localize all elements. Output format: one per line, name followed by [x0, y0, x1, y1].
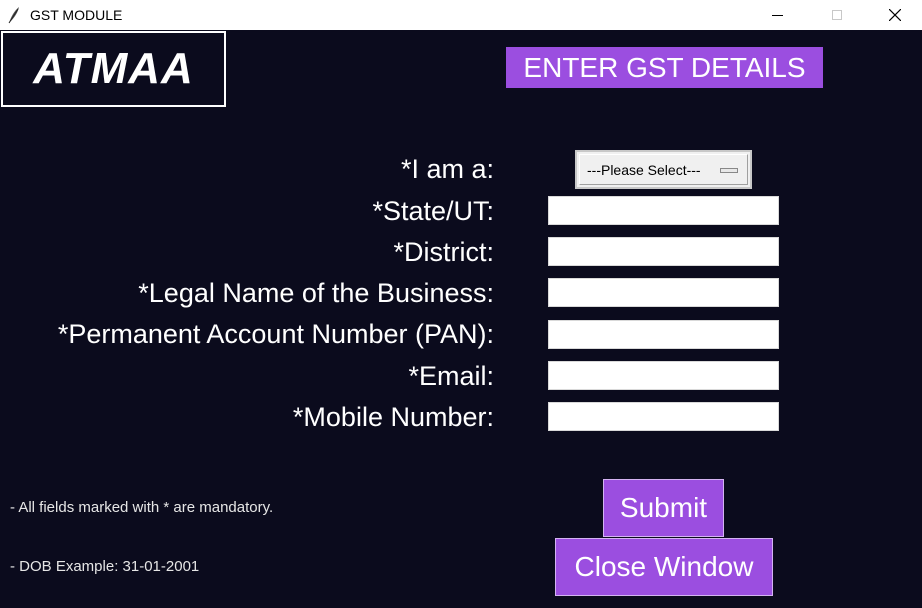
state-input[interactable]: [548, 196, 779, 225]
role-select-value: ---Please Select---: [587, 161, 701, 178]
logo: ATMAA: [1, 31, 226, 107]
district-label: *District:: [393, 237, 495, 267]
legal-name-label: *Legal Name of the Business:: [138, 278, 494, 308]
legal-name-input[interactable]: [548, 278, 779, 307]
submit-button[interactable]: Submit: [603, 479, 724, 537]
mobile-input[interactable]: [548, 402, 779, 431]
dropdown-indicator-icon: [720, 168, 738, 173]
role-select[interactable]: ---Please Select---: [575, 150, 752, 189]
email-input[interactable]: [548, 361, 779, 390]
close-icon: [889, 9, 901, 21]
close-window-button[interactable]: [872, 0, 918, 30]
close-window-form-button[interactable]: Close Window: [555, 538, 773, 596]
pan-label: *Permanent Account Number (PAN):: [57, 319, 494, 349]
page-heading: ENTER GST DETAILS: [506, 47, 823, 88]
maximize-icon: [832, 10, 842, 20]
window-titlebar: GST MODULE: [0, 0, 922, 30]
maximize-button[interactable]: [814, 0, 860, 30]
role-label: *I am a:: [400, 154, 494, 184]
logo-text: ATMAA: [33, 44, 194, 93]
email-label: *Email:: [408, 361, 494, 391]
state-label: *State/UT:: [372, 196, 494, 226]
mandatory-note: - All fields marked with * are mandatory…: [10, 499, 274, 516]
pan-input[interactable]: [548, 320, 779, 349]
window-title: GST MODULE: [30, 7, 123, 23]
district-input[interactable]: [548, 237, 779, 266]
minimize-icon: [771, 14, 783, 16]
dob-note: - DOB Example: 31-01-2001: [10, 558, 200, 575]
minimize-button[interactable]: [754, 0, 800, 30]
feather-icon: [8, 7, 19, 24]
mobile-label: *Mobile Number:: [292, 402, 494, 432]
